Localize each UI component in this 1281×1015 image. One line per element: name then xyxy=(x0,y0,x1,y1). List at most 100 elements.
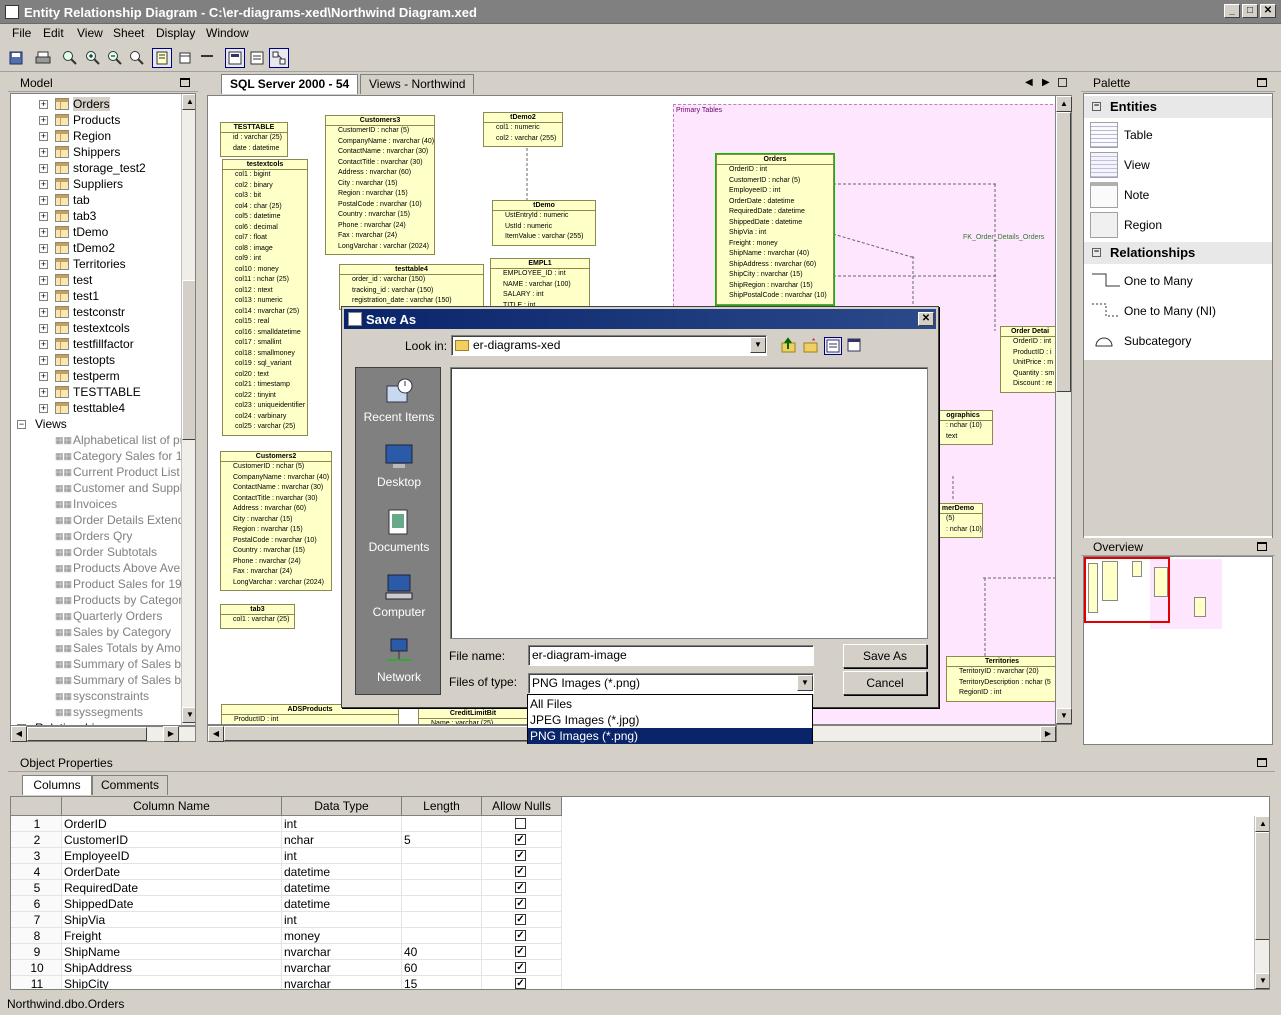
tree-table-item[interactable]: + testconstr xyxy=(11,304,181,320)
header-length[interactable]: Length xyxy=(402,797,482,816)
expand-icon[interactable]: + xyxy=(39,260,48,269)
restore-icon[interactable] xyxy=(1257,78,1267,87)
entity-box[interactable]: Customers3 CustomerID : nchar (5) CompanyN… xyxy=(325,115,435,255)
expand-icon[interactable]: + xyxy=(39,212,48,221)
layout-3-icon[interactable] xyxy=(269,48,289,68)
expand-icon[interactable]: + xyxy=(39,276,48,285)
cell-column-name[interactable]: OrderID xyxy=(62,816,282,832)
tree-view-item[interactable]: ▦▦ Summary of Sales by Y xyxy=(11,672,195,688)
cell-data-type[interactable]: nvarchar xyxy=(282,960,402,976)
overview-panel[interactable] xyxy=(1083,556,1273,745)
tree-table-item[interactable]: + Territories xyxy=(11,256,181,272)
grid-scroll-up[interactable]: ▲ xyxy=(1255,816,1269,832)
table-row[interactable]: 2 CustomerID nchar 5 ✓ xyxy=(11,832,563,848)
header-column-name[interactable]: Column Name xyxy=(62,797,282,816)
entity-box[interactable]: merDemo (5): nchar (10) xyxy=(933,503,983,538)
tree-table-item[interactable]: + storage_test2 xyxy=(11,160,181,176)
tree-view-item[interactable]: ▦▦ sysconstraints xyxy=(11,688,181,704)
save-icon[interactable] xyxy=(6,48,26,68)
tab-columns[interactable]: Columns xyxy=(22,775,92,795)
cell-column-name[interactable]: ShipAddress xyxy=(62,960,282,976)
maximize-button[interactable]: □ xyxy=(1242,4,1258,18)
tab-list-icon[interactable] xyxy=(1058,78,1067,87)
allow-nulls-checkbox[interactable]: ✓ xyxy=(515,962,526,973)
cell-data-type[interactable]: datetime xyxy=(282,880,402,896)
tree-view-item[interactable]: ▦▦ Customer and Supplier xyxy=(11,480,195,496)
view-mode-3-icon[interactable] xyxy=(197,48,217,68)
tree-view-item[interactable]: ▦▦ Summary of Sales by C xyxy=(11,656,195,672)
overview-viewport[interactable] xyxy=(1084,557,1170,623)
cell-data-type[interactable]: nvarchar xyxy=(282,976,402,989)
palette-item-subcategory[interactable]: Subcategory xyxy=(1084,326,1272,356)
expand-icon[interactable]: + xyxy=(39,404,48,413)
palette-item-table[interactable]: Table xyxy=(1084,120,1272,150)
entity-box[interactable]: ographics: nchar (10) text xyxy=(933,410,993,445)
cell-length[interactable] xyxy=(402,928,482,944)
up-folder-icon[interactable] xyxy=(780,337,798,355)
view-mode-2-icon[interactable] xyxy=(175,48,195,68)
scroll-right-button[interactable]: ▶ xyxy=(163,726,179,742)
cell-data-type[interactable]: int xyxy=(282,912,402,928)
cell-length[interactable]: 60 xyxy=(402,960,482,976)
file-type-dropdown-button[interactable]: ▼ xyxy=(797,675,813,691)
table-row[interactable]: 9 ShipName nvarchar 40 ✓ xyxy=(11,944,563,960)
tree-table-item[interactable]: + testopts xyxy=(11,352,181,368)
look-in-combo[interactable]: er-diagrams-xed ▼ xyxy=(451,335,767,356)
header-data-type[interactable]: Data Type xyxy=(282,797,402,816)
collapse-icon[interactable]: − xyxy=(17,420,26,429)
tab-sql-server[interactable]: SQL Server 2000 - 54 xyxy=(221,74,359,94)
collapse-icon[interactable]: − xyxy=(1092,247,1101,257)
tree-view-item[interactable]: ▦▦ Category Sales for 199 xyxy=(11,448,195,464)
table-row[interactable]: 4 OrderDate datetime ✓ xyxy=(11,864,563,880)
expand-icon[interactable]: + xyxy=(39,196,48,205)
cell-length[interactable]: 15 xyxy=(402,976,482,989)
cell-column-name[interactable]: OrderDate xyxy=(62,864,282,880)
palette-item-note[interactable]: Note xyxy=(1084,180,1272,210)
place-recent-items[interactable]: Recent Items xyxy=(356,370,442,430)
entity-box[interactable]: tDemo UstEntryId : numeric UstId : numeric… xyxy=(492,200,596,246)
grid-scroll-down[interactable]: ▼ xyxy=(1255,973,1269,989)
tree-view-item[interactable]: ▦▦ syssegments xyxy=(11,704,181,720)
look-in-dropdown-button[interactable]: ▼ xyxy=(750,337,766,353)
dialog-close-button[interactable]: ✕ xyxy=(918,312,934,326)
allow-nulls-checkbox[interactable]: ✓ xyxy=(515,834,526,845)
tree-view-item[interactable]: ▦▦ Sales Totals by Amoun xyxy=(11,640,194,656)
cell-length[interactable] xyxy=(402,880,482,896)
tree-table-item[interactable]: + testperm xyxy=(11,368,181,384)
details-view-icon[interactable] xyxy=(846,337,864,355)
tree-table-item[interactable]: + testtable4 xyxy=(11,400,181,416)
table-row[interactable]: 1 OrderID int xyxy=(11,816,563,832)
menu-view[interactable]: View xyxy=(77,26,103,40)
grid-vertical-scrollbar[interactable]: ▲ ▼ xyxy=(1254,816,1269,989)
tree-table-item[interactable]: + tDemo xyxy=(11,224,181,240)
tree-view-item[interactable]: ▦▦ Current Product List xyxy=(11,464,181,480)
place-network[interactable]: Network xyxy=(356,630,442,690)
allow-nulls-checkbox[interactable]: ✓ xyxy=(515,866,526,877)
table-row[interactable]: 8 Freight money ✓ xyxy=(11,928,563,944)
tree-table-item[interactable]: + Region xyxy=(11,128,181,144)
list-view-icon[interactable] xyxy=(824,337,842,355)
cell-column-name[interactable]: Freight xyxy=(62,928,282,944)
expand-icon[interactable]: + xyxy=(39,388,48,397)
tree-table-item[interactable]: + tDemo2 xyxy=(11,240,181,256)
entity-box[interactable]: testextcols col1 : bigint col2 : binary col… xyxy=(222,159,308,436)
allow-nulls-checkbox[interactable]: ✓ xyxy=(515,850,526,861)
cell-length[interactable]: 40 xyxy=(402,944,482,960)
allow-nulls-checkbox[interactable]: ✓ xyxy=(515,978,526,989)
place-desktop[interactable]: Desktop xyxy=(356,435,442,495)
expand-icon[interactable]: + xyxy=(39,164,48,173)
zoom-select-icon[interactable] xyxy=(127,48,147,68)
tree-view-item[interactable]: ▦▦ Product Sales for 1997 xyxy=(11,576,195,592)
cell-column-name[interactable]: EmployeeID xyxy=(62,848,282,864)
expand-icon[interactable]: + xyxy=(39,372,48,381)
restore-icon[interactable] xyxy=(180,78,190,87)
tree-table-item[interactable]: + test1 xyxy=(11,288,181,304)
scroll-up-button[interactable]: ▲ xyxy=(182,94,195,110)
cell-length[interactable] xyxy=(402,864,482,880)
tree-views-node[interactable]: − Views xyxy=(11,416,181,432)
layout-1-icon[interactable] xyxy=(225,48,245,68)
palette-group-relationships[interactable]: − Relationships xyxy=(1084,242,1272,264)
print-icon[interactable] xyxy=(33,48,53,68)
cell-length[interactable] xyxy=(402,896,482,912)
cell-length[interactable]: 5 xyxy=(402,832,482,848)
